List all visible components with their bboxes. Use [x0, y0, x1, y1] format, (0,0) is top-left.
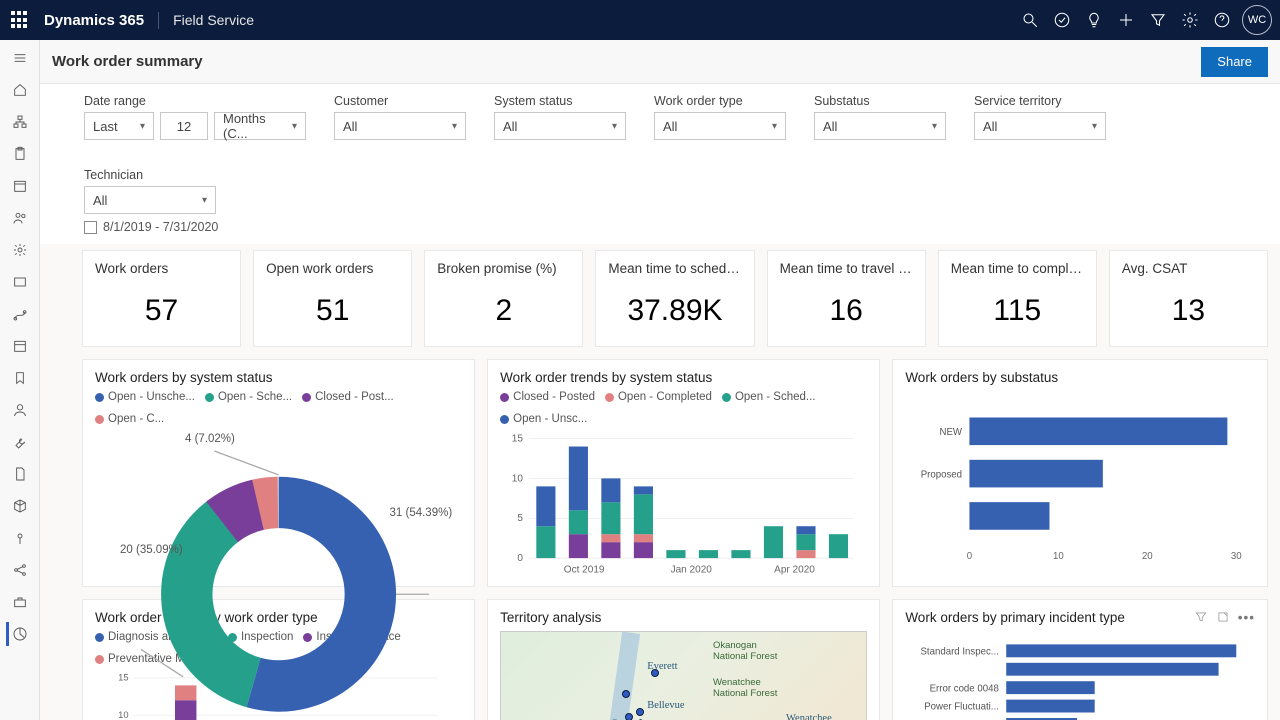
filter-customer-dropdown[interactable]: All▾	[334, 112, 466, 140]
filter-label-substatus: Substatus	[814, 94, 946, 108]
daterange-mode-dropdown[interactable]: Last▾	[84, 112, 154, 140]
card-work-orders-by-status[interactable]: Work orders by system status Open - Unsc…	[82, 359, 475, 587]
filter-label-customer: Customer	[334, 94, 466, 108]
nav-hamburger-icon[interactable]	[8, 46, 32, 70]
kpi-row: Work orders57 Open work orders51 Broken …	[82, 250, 1268, 347]
global-topbar: Dynamics 365 Field Service WC	[0, 0, 1280, 40]
lightbulb-icon[interactable]	[1078, 0, 1110, 40]
svg-text:Oct 2019: Oct 2019	[564, 564, 605, 575]
filter-label-technician: Technician	[84, 168, 216, 182]
page-titlebar: Work order summary Share	[40, 40, 1280, 84]
filter-label-system-status: System status	[494, 94, 626, 108]
funnel-icon[interactable]	[1194, 610, 1208, 624]
nav-share-icon[interactable]	[8, 558, 32, 582]
svg-text:0: 0	[517, 553, 523, 564]
nav-document-icon[interactable]	[8, 462, 32, 486]
card-title: Work orders by substatus	[905, 370, 1058, 385]
funnel-icon[interactable]	[1142, 0, 1174, 40]
svg-text:30: 30	[1231, 551, 1242, 562]
territory-map[interactable]: Everett Bellevue Seattle Tacoma Wenatche…	[500, 631, 867, 720]
page-title: Work order summary	[52, 53, 203, 70]
kpi-card[interactable]: Mean time to schedul...37.89K	[595, 250, 754, 347]
svg-text:5: 5	[517, 513, 523, 524]
card-work-orders-by-substatus[interactable]: Work orders by substatus NEW Proposed 0 10 2…	[892, 359, 1268, 587]
svg-text:Apr 2020: Apr 2020	[774, 564, 815, 575]
filter-service-territory-dropdown[interactable]: All▾	[974, 112, 1106, 140]
nav-home-icon[interactable]	[8, 78, 32, 102]
more-icon[interactable]: •••	[1238, 610, 1255, 625]
app-launcher-icon[interactable]	[8, 8, 32, 32]
nav-people-icon[interactable]	[8, 206, 32, 230]
nav-toolbox-icon[interactable]	[8, 590, 32, 614]
focus-icon[interactable]	[1216, 610, 1230, 624]
nav-calendar2-icon[interactable]	[8, 334, 32, 358]
nav-pin-icon[interactable]	[8, 526, 32, 550]
nav-calendar-icon[interactable]	[8, 174, 32, 198]
svg-text:15: 15	[512, 433, 524, 444]
kpi-card[interactable]: Mean time to complet...115	[938, 250, 1097, 347]
plus-icon[interactable]	[1110, 0, 1142, 40]
stacked-bar-chart: 0 5 10 15 Oct 2019 Jan 2020 Apr 2020	[500, 429, 867, 582]
donut-chart	[95, 429, 462, 720]
user-avatar[interactable]: WC	[1242, 5, 1272, 35]
share-button[interactable]: Share	[1201, 47, 1268, 77]
svg-text:Power Fluctuati...: Power Fluctuati...	[925, 702, 1000, 713]
card-trends-by-status[interactable]: Work order trends by system status Close…	[487, 359, 880, 587]
gear-icon[interactable]	[1174, 0, 1206, 40]
kpi-card[interactable]: Work orders57	[82, 250, 241, 347]
card-title: Work orders by primary incident type	[905, 610, 1125, 625]
nav-cube-icon[interactable]	[8, 494, 32, 518]
horizontal-bar-chart: NEW Proposed 0 10 20 30	[905, 391, 1255, 582]
card-title: Work orders by system status	[95, 370, 273, 385]
filter-label-work-order-type: Work order type	[654, 94, 786, 108]
card-work-orders-by-incident[interactable]: Work orders by primary incident type •••…	[892, 599, 1268, 720]
daterange-unit-dropdown[interactable]: Months (C...▾	[214, 112, 306, 140]
task-checkmark-icon[interactable]	[1046, 0, 1078, 40]
kpi-card[interactable]: Mean time to travel (h...16	[767, 250, 926, 347]
filter-system-status-dropdown[interactable]: All▾	[494, 112, 626, 140]
filter-bar: Date range Last▾ 12 Months (C...▾ Custom…	[40, 84, 1280, 218]
chart-legend: Open - Unsche... Open - Sche... Closed -…	[95, 391, 462, 425]
nav-route-icon[interactable]	[8, 302, 32, 326]
nav-wrench-icon[interactable]	[8, 430, 32, 454]
card-title: Territory analysis	[500, 610, 601, 625]
card-territory-analysis[interactable]: Territory analysis Everett Bellevue Seat…	[487, 599, 880, 720]
filter-work-order-type-dropdown[interactable]: All▾	[654, 112, 786, 140]
svg-text:20: 20	[1142, 551, 1153, 562]
help-icon[interactable]	[1206, 0, 1238, 40]
horizontal-bar-chart: Standard Inspec... Error code 0048 Power F…	[905, 631, 1255, 720]
kpi-card[interactable]: Open work orders51	[253, 250, 412, 347]
filter-label-daterange: Date range	[84, 94, 306, 108]
svg-text:Error code 0048: Error code 0048	[930, 683, 999, 694]
filter-substatus-dropdown[interactable]: All▾	[814, 112, 946, 140]
filter-technician-dropdown[interactable]: All▾	[84, 186, 216, 214]
brand-name: Dynamics 365	[44, 12, 159, 29]
kpi-card[interactable]: Broken promise (%)2	[424, 250, 583, 347]
filter-label-service-territory: Service territory	[974, 94, 1106, 108]
svg-text:Proposed: Proposed	[921, 469, 962, 480]
calendar-icon	[84, 221, 97, 234]
date-range-display: 8/1/2019 - 7/31/2020	[40, 218, 1280, 244]
chart-legend: Closed - Posted Open - Completed Open - …	[500, 391, 867, 425]
svg-text:Standard Inspec...: Standard Inspec...	[921, 647, 999, 658]
nav-gear-icon[interactable]	[8, 238, 32, 262]
nav-bookmark-icon[interactable]	[8, 366, 32, 390]
svg-text:Jan 2020: Jan 2020	[671, 564, 713, 575]
nav-sitemap-icon[interactable]	[8, 110, 32, 134]
daterange-value-input[interactable]: 12	[160, 112, 208, 140]
kpi-card[interactable]: Avg. CSAT13	[1109, 250, 1268, 347]
nav-box-icon[interactable]	[8, 270, 32, 294]
card-title: Work order trends by system status	[500, 370, 712, 385]
nav-analytics-icon[interactable]	[6, 622, 30, 646]
left-nav	[0, 40, 40, 720]
module-name: Field Service	[159, 12, 254, 28]
nav-clipboard-icon[interactable]	[8, 142, 32, 166]
svg-text:NEW: NEW	[940, 427, 963, 438]
search-icon[interactable]	[1014, 0, 1046, 40]
svg-text:10: 10	[512, 473, 524, 484]
svg-text:0: 0	[967, 551, 972, 562]
nav-person-icon[interactable]	[8, 398, 32, 422]
svg-text:10: 10	[1053, 551, 1064, 562]
